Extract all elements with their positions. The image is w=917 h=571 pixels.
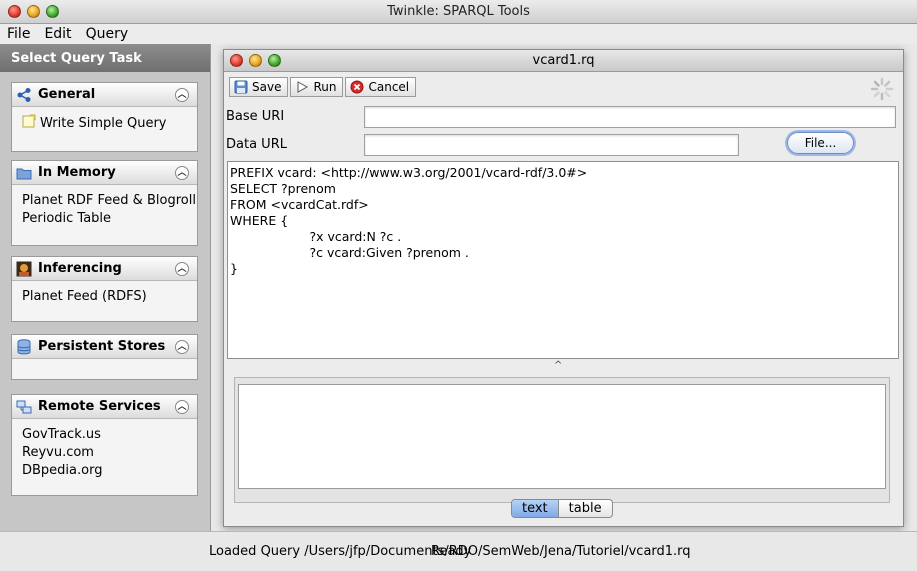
query-window-title: vcard1.rq [532, 53, 595, 68]
task-dbpedia[interactable]: DBpedia.org [22, 462, 187, 480]
task-sidebar: Select Query Task General ︿ Write Simple… [0, 44, 211, 531]
panel-in-memory: In Memory ︿ Planet RDF Feed & Blogroll P… [11, 160, 198, 246]
task-periodic-table[interactable]: Periodic Table [22, 210, 187, 228]
panel-persistent-stores-header[interactable]: Persistent Stores ︿ [12, 335, 197, 359]
minimize-window-button[interactable] [27, 5, 40, 18]
collapse-remote-services-icon[interactable]: ︿ [175, 399, 189, 414]
task-reyvu[interactable]: Reyvu.com [22, 444, 187, 462]
query-window: vcard1.rq Save Run Cancel Base URI Data … [223, 49, 904, 527]
panel-general: General ︿ Write Simple Query [11, 82, 198, 152]
zoom-query-window-button[interactable] [268, 54, 281, 67]
menu-edit[interactable]: Edit [37, 24, 78, 44]
results-pane [234, 377, 890, 503]
base-uri-input[interactable] [364, 106, 896, 128]
note-icon [22, 114, 36, 134]
panel-inferencing-header[interactable]: Inferencing ︿ [12, 257, 197, 281]
view-toggle: text table [511, 499, 613, 518]
cancel-label: Cancel [368, 80, 410, 94]
collapse-persistent-stores-icon[interactable]: ︿ [175, 339, 189, 354]
tab-table-view[interactable]: table [559, 500, 612, 517]
folder-icon [14, 164, 34, 182]
base-uri-label: Base URI [226, 109, 285, 124]
save-label: Save [252, 80, 282, 94]
panel-in-memory-header[interactable]: In Memory ︿ [12, 161, 197, 185]
task-planet-feed-rdfs[interactable]: Planet Feed (RDFS) [22, 288, 187, 306]
close-window-button[interactable] [8, 5, 21, 18]
panel-remote-services-title: Remote Services [38, 399, 161, 414]
menu-bar: File Edit Query [0, 24, 917, 44]
panel-persistent-stores: Persistent Stores ︿ [11, 334, 198, 380]
query-toolbar: Save Run Cancel [229, 77, 417, 97]
panel-persistent-stores-title: Persistent Stores [38, 339, 166, 354]
inference-icon [14, 260, 34, 278]
panel-general-header[interactable]: General ︿ [12, 83, 197, 107]
panel-inferencing-title: Inferencing [38, 261, 122, 276]
sidebar-header: Select Query Task [0, 44, 210, 72]
run-label: Run [313, 80, 337, 94]
database-icon [14, 338, 34, 356]
run-button[interactable]: Run [290, 77, 344, 97]
task-planet-rdf[interactable]: Planet RDF Feed & Blogroll [22, 192, 196, 210]
zoom-window-button[interactable] [46, 5, 59, 18]
task-label: Write Simple Query [40, 116, 167, 131]
collapse-in-memory-icon[interactable]: ︿ [175, 165, 189, 180]
save-icon [233, 80, 248, 94]
query-window-controls [230, 54, 281, 67]
panel-remote-services: Remote Services ︿ GovTrack.us Reyvu.com … [11, 394, 198, 496]
busy-spinner-icon [869, 76, 895, 102]
status-state: Ready [431, 544, 472, 559]
file-button[interactable]: File... [787, 132, 854, 154]
query-editor[interactable]: PREFIX vcard: <http://www.w3.org/2001/vc… [227, 161, 899, 359]
task-govtrack[interactable]: GovTrack.us [22, 426, 187, 444]
task-write-simple-query[interactable]: Write Simple Query [22, 114, 187, 134]
save-button[interactable]: Save [229, 77, 289, 97]
status-bar: Loaded Query /Users/jfp/Documents/RDO/Se… [0, 531, 917, 571]
minimize-query-window-button[interactable] [249, 54, 262, 67]
split-pane-divider-icon[interactable]: ^ [554, 360, 562, 371]
cancel-button[interactable]: Cancel [345, 77, 417, 97]
close-query-window-button[interactable] [230, 54, 243, 67]
results-area[interactable] [238, 384, 886, 489]
panel-inferencing: Inferencing ︿ Planet Feed (RDFS) [11, 256, 198, 322]
menu-query[interactable]: Query [79, 24, 136, 44]
query-window-titlebar: vcard1.rq [224, 50, 903, 72]
collapse-inferencing-icon[interactable]: ︿ [175, 261, 189, 276]
data-url-label: Data URL [226, 137, 287, 152]
app-titlebar: Twinkle: SPARQL Tools [0, 0, 917, 24]
collapse-general-icon[interactable]: ︿ [175, 87, 189, 102]
window-controls [8, 5, 59, 18]
panel-in-memory-title: In Memory [38, 165, 116, 180]
panel-general-title: General [38, 87, 96, 102]
app-title: Twinkle: SPARQL Tools [387, 4, 530, 19]
panel-remote-services-header[interactable]: Remote Services ︿ [12, 395, 197, 419]
menu-file[interactable]: File [0, 24, 37, 44]
cancel-icon [349, 80, 364, 94]
tab-text-view[interactable]: text [512, 500, 559, 517]
network-icon [14, 398, 34, 416]
data-url-input[interactable] [364, 134, 739, 156]
share-nodes-icon [14, 86, 34, 104]
play-icon [294, 80, 309, 94]
